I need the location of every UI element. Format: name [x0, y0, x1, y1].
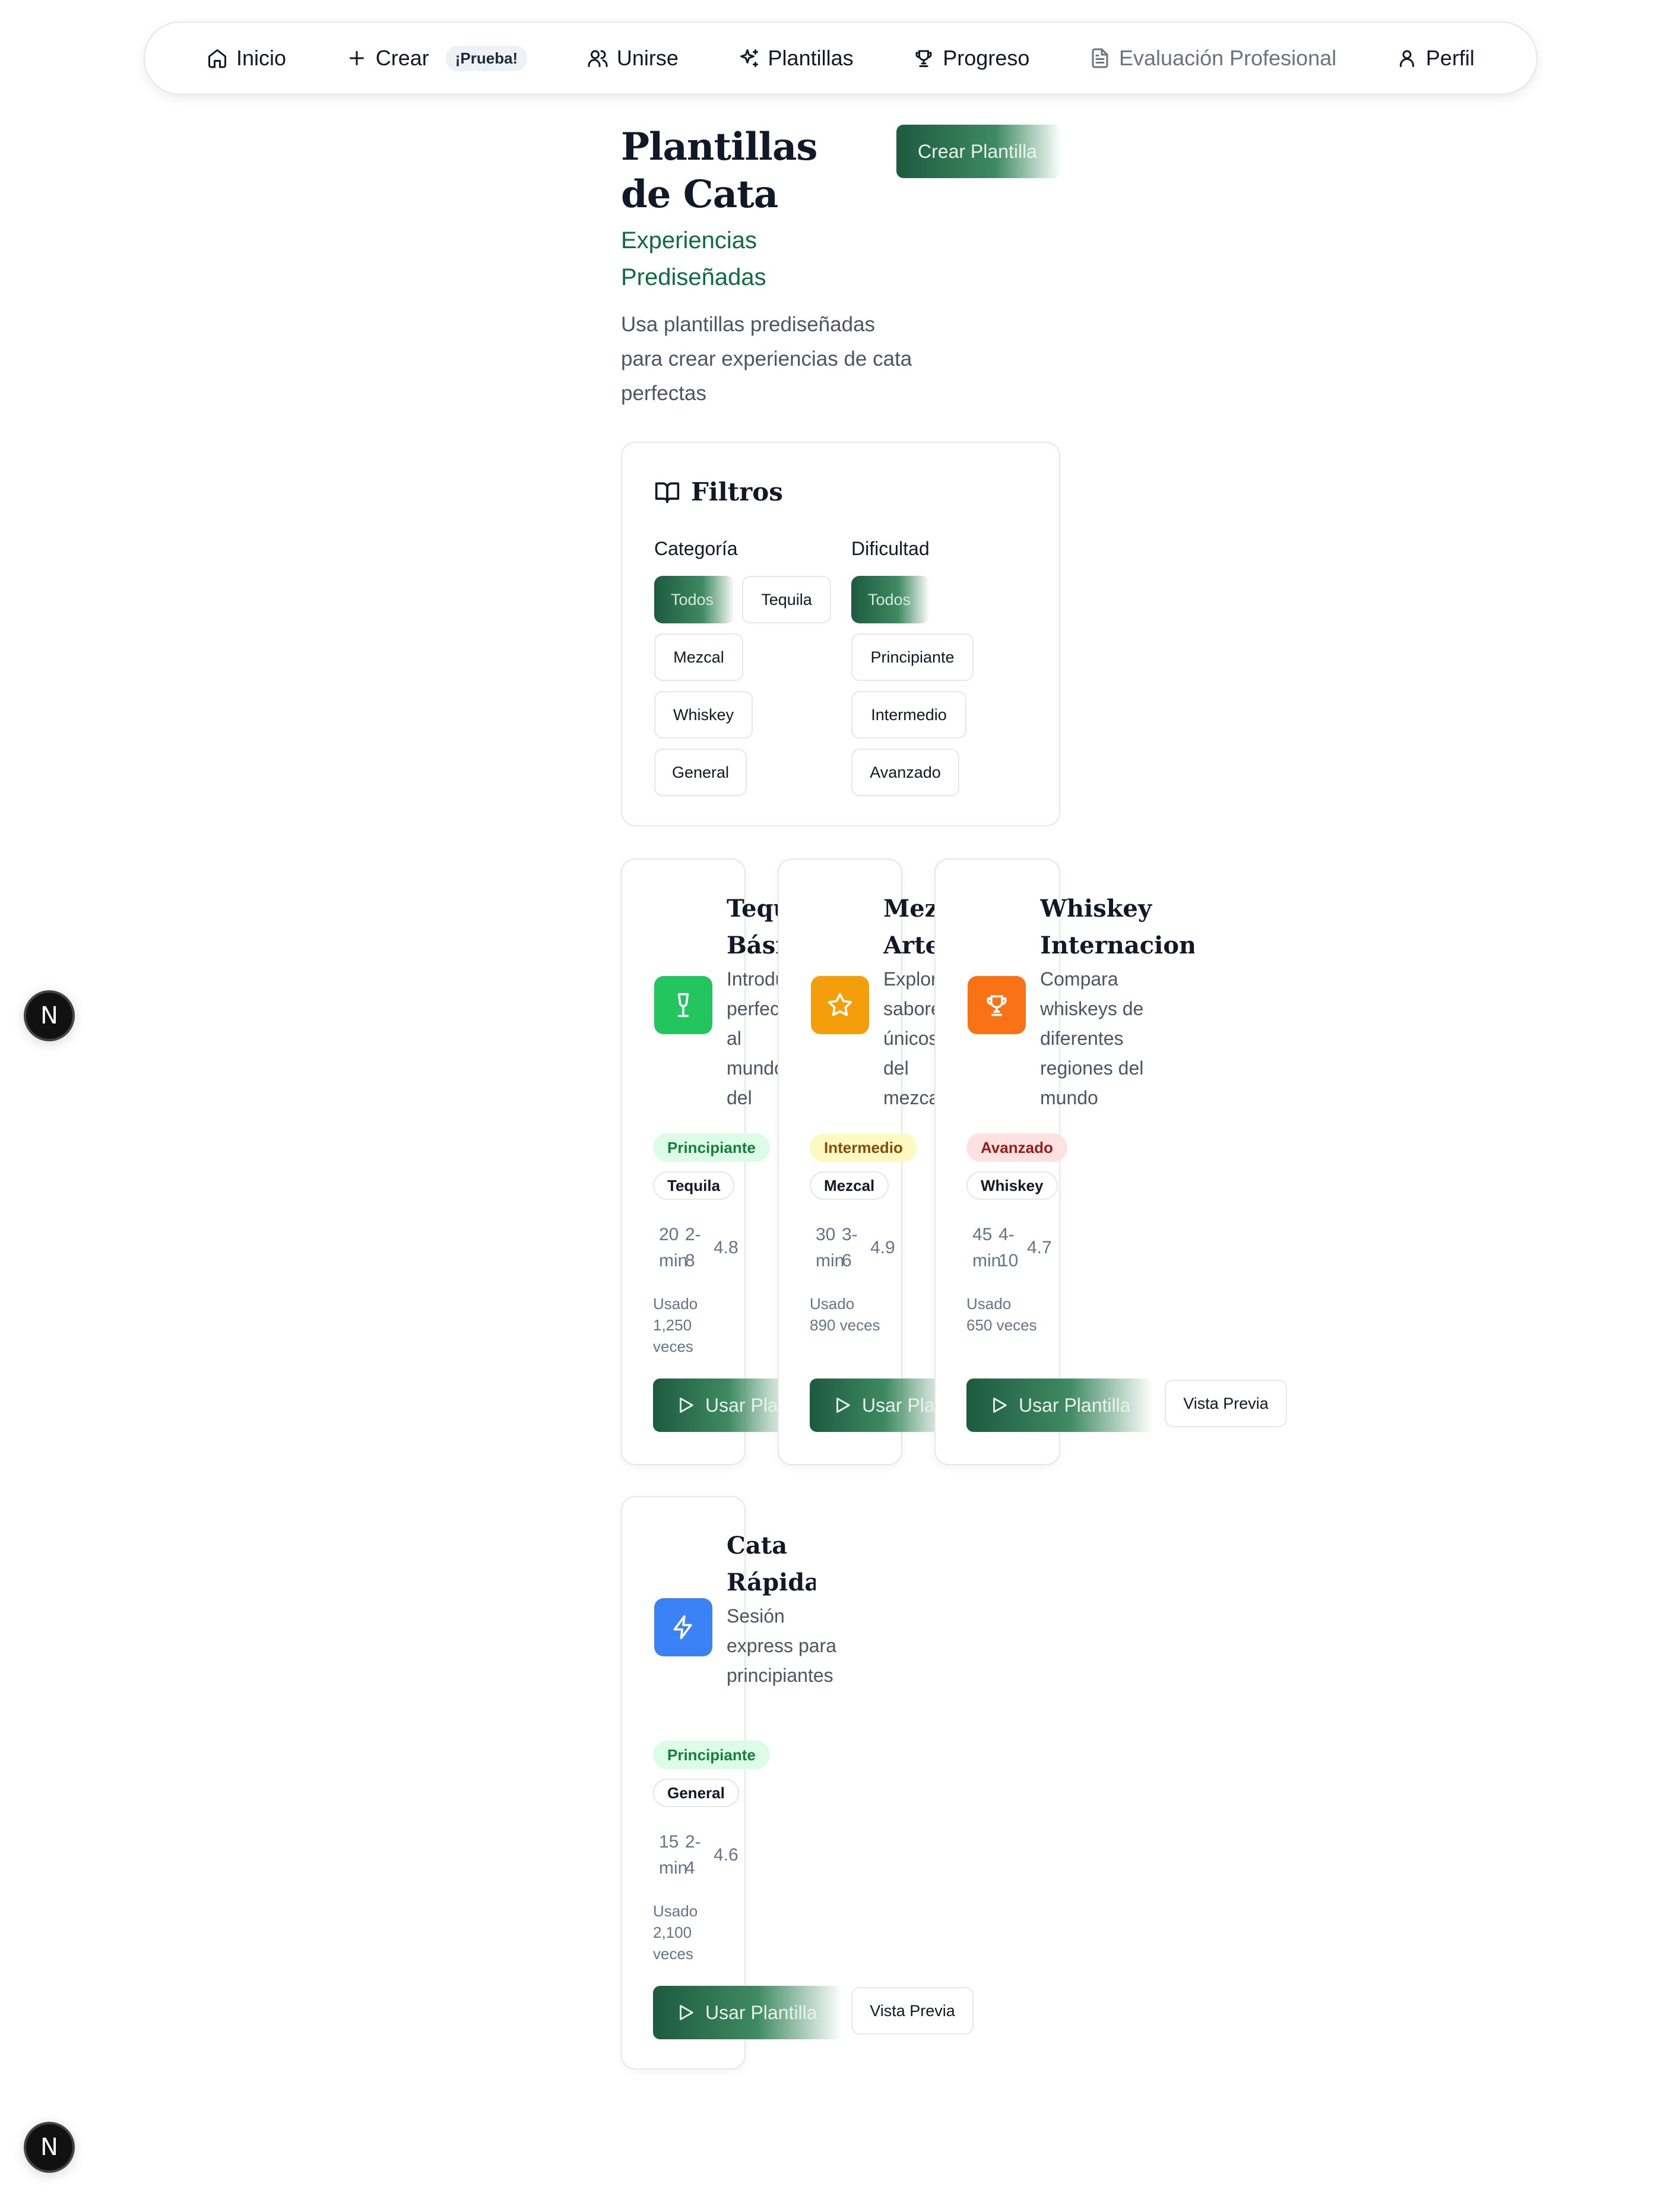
use-template-button[interactable]: Usar Plantilla: [653, 1379, 791, 1432]
category-chip-all[interactable]: Todos: [654, 576, 735, 623]
nextjs-dev-badge[interactable]: N: [24, 990, 75, 1041]
page-description: Usa plantillas prediseñadas para crear e…: [621, 313, 912, 405]
document-icon: [1092, 48, 1108, 68]
difficulty-badge: Intermedio: [810, 1133, 917, 1162]
plus-icon: [349, 51, 364, 65]
template-title: Whiskey Internacional: [1040, 895, 1194, 959]
rating-stat: 4.8: [714, 1238, 738, 1257]
users-icon: [588, 50, 608, 67]
difficulty-label: Dificultad: [851, 538, 930, 559]
difficulty-badge: Principiante: [653, 1741, 770, 1769]
wine-glass-icon: [677, 993, 689, 1018]
use-template-button[interactable]: Usar Plantilla: [653, 1986, 842, 2039]
rating-stat: 4.9: [870, 1238, 895, 1257]
template-title: Mezcal Artesanal: [883, 895, 936, 959]
nav-home[interactable]: Inicio: [207, 46, 286, 71]
filters-title: Filtros: [691, 477, 783, 506]
template-icon-tile: [811, 976, 869, 1034]
lightning-icon: [673, 1615, 692, 1640]
use-template-button[interactable]: Usar Plantilla: [810, 1379, 947, 1432]
category-chip-tequila[interactable]: Tequila: [742, 576, 831, 623]
use-template-label: Usar Plantilla: [705, 2001, 817, 2023]
filters-card: Filtros Categoría Dificultad Todos Tequi…: [621, 442, 1060, 826]
difficulty-chip-all[interactable]: Todos: [851, 576, 930, 623]
nav-progress[interactable]: Progreso: [913, 46, 1029, 71]
category-chip-general[interactable]: General: [654, 749, 747, 796]
nav-join-label: Unirse: [616, 46, 679, 70]
top-nav: Inicio Crear ¡Prueba! Unirse Plantillas …: [144, 21, 1538, 95]
difficulty-chip-beginner[interactable]: Principiante: [851, 633, 974, 681]
template-title: Cata Rápida: [727, 1532, 816, 1596]
use-template-button[interactable]: Usar Plantilla: [966, 1379, 1153, 1432]
template-description: Explora sabores únicos del mezcal tradic…: [883, 968, 936, 1108]
duration-stat: 45 min: [972, 1225, 1001, 1270]
category-chip-mezcal[interactable]: Mezcal: [654, 633, 743, 681]
category-badge: Whiskey: [966, 1171, 1058, 1200]
star-icon: [828, 993, 852, 1016]
participants-stat: 2-4: [685, 1832, 701, 1878]
home-icon: [208, 49, 226, 68]
nav-home-label: Inicio: [236, 46, 287, 70]
category-badge: General: [653, 1779, 739, 1807]
play-icon: [680, 1398, 693, 1413]
usage-count: Usado 650 veces: [966, 1295, 1037, 1334]
template-description: Introducción perfecta al mundo del tequi…: [727, 968, 779, 1108]
page-subtitle: Experiencias Prediseñadas: [621, 227, 766, 290]
nav-evaluation-label: Evaluación Profesional: [1119, 46, 1337, 70]
difficulty-badge: Avanzado: [966, 1133, 1067, 1162]
trophy-icon: [987, 995, 1007, 1016]
nextjs-dev-badge[interactable]: N: [24, 2122, 75, 2173]
difficulty-badge: Principiante: [653, 1133, 770, 1162]
template-title: Tequila Básico: [727, 895, 779, 959]
participants-stat: 3-6: [842, 1225, 858, 1270]
use-template-label: Usar Plantilla: [1019, 1394, 1131, 1416]
nav-evaluation[interactable]: Evaluación Profesional: [1089, 46, 1336, 71]
difficulty-chip-intermediate[interactable]: Intermedio: [851, 691, 966, 739]
duration-stat: 30 min: [816, 1225, 845, 1270]
user-icon: [1399, 50, 1414, 67]
difficulty-chip-advanced[interactable]: Avanzado: [851, 749, 959, 796]
usage-count: Usado 1,250 veces: [653, 1295, 698, 1355]
nav-profile-label: Perfil: [1425, 46, 1475, 70]
template-description: Sesión express para principiantes: [727, 1605, 836, 1686]
rating-stat: 4.7: [1027, 1238, 1052, 1257]
create-template-button[interactable]: Crear Plantilla: [896, 125, 1061, 178]
nav-join[interactable]: Unirse: [587, 46, 679, 71]
book-open-icon: [655, 482, 680, 503]
participants-stat: 2-8: [685, 1225, 701, 1270]
nav-templates-label: Plantillas: [768, 46, 854, 70]
try-badge: ¡Prueba!: [445, 45, 528, 71]
trophy-icon: [915, 50, 932, 67]
nav-create[interactable]: Crear ¡Prueba!: [346, 45, 528, 71]
rating-stat: 4.6: [714, 1845, 738, 1865]
sparkles-icon: [740, 49, 758, 67]
template-description: Compara whiskeys de diferentes regiones …: [1040, 968, 1144, 1108]
preview-button[interactable]: Vista Previa: [851, 1987, 974, 2035]
template-icon-tile: [654, 1598, 712, 1656]
category-label: Categoría: [654, 538, 738, 559]
nav-profile[interactable]: Perfil: [1396, 46, 1475, 71]
category-badge: Tequila: [653, 1171, 735, 1200]
play-icon: [993, 1398, 1007, 1413]
usage-count: Usado 890 veces: [810, 1295, 880, 1334]
preview-button[interactable]: Vista Previa: [1165, 1380, 1287, 1427]
nav-templates[interactable]: Plantillas: [738, 46, 854, 71]
play-icon: [836, 1398, 850, 1413]
duration-stat: 20 min: [659, 1225, 688, 1270]
page-title: Plantillas de Cata: [621, 125, 817, 217]
usage-count: Usado 2,100 veces: [653, 1902, 698, 1963]
template-icon-tile: [654, 976, 712, 1034]
nav-create-label: Crear: [375, 46, 429, 70]
nav-progress-label: Progreso: [943, 46, 1030, 70]
category-chip-whiskey[interactable]: Whiskey: [654, 691, 753, 739]
filters-heading: Filtros: [654, 477, 783, 506]
template-icon-tile: [968, 976, 1026, 1034]
category-badge: Mezcal: [810, 1171, 889, 1200]
duration-stat: 15 min: [659, 1832, 688, 1878]
play-icon: [680, 2005, 693, 2020]
participants-stat: 4-10: [999, 1225, 1019, 1270]
